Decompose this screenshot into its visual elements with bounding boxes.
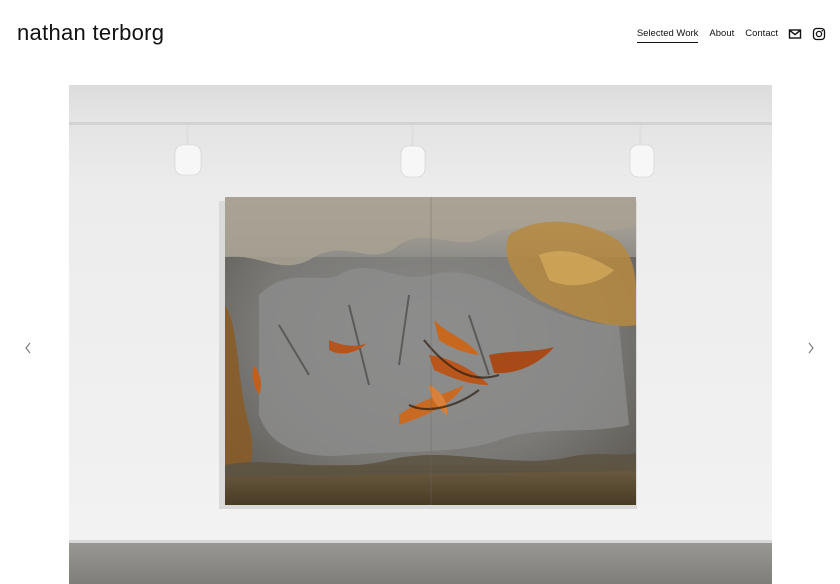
site-title[interactable]: nathan terborg (17, 18, 164, 48)
instagram-icon[interactable] (812, 27, 826, 41)
nav-item-contact[interactable]: Contact (745, 26, 778, 42)
nav-item-selected-work[interactable]: Selected Work (636, 26, 699, 43)
chevron-right-icon (808, 342, 814, 354)
artwork-gallery-image[interactable] (69, 85, 772, 584)
chevron-left-icon (25, 342, 31, 354)
mail-icon[interactable] (788, 27, 802, 41)
site-header: nathan terborg Selected Work About Conta… (0, 0, 840, 70)
next-slide-button[interactable] (801, 338, 821, 358)
previous-slide-button[interactable] (18, 338, 38, 358)
nav-item-about[interactable]: About (709, 26, 734, 42)
artwork-slideshow (69, 85, 772, 584)
main-nav: Selected Work About Contact (626, 24, 826, 44)
